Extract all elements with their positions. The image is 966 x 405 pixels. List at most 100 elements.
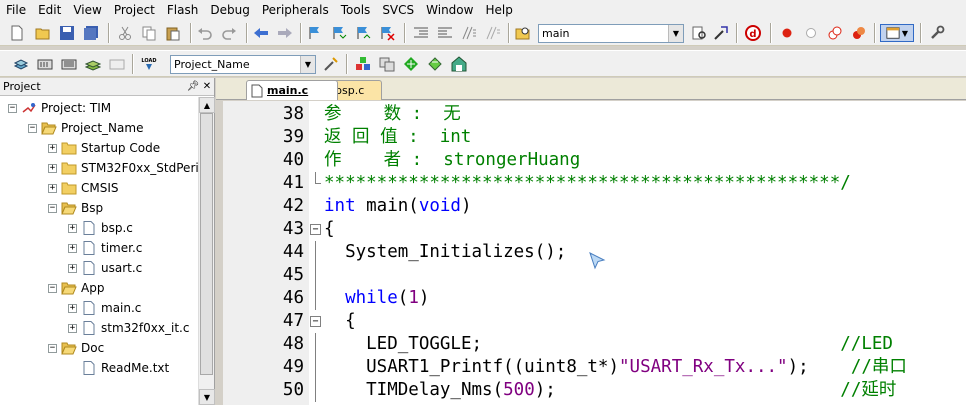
indent-icon[interactable]	[412, 24, 430, 42]
open-file-icon[interactable]	[34, 24, 52, 42]
menu-tools[interactable]: Tools	[335, 0, 377, 20]
translate-icon[interactable]	[12, 55, 30, 73]
expand-icon[interactable]: +	[48, 163, 57, 173]
build-icon[interactable]	[36, 55, 54, 73]
menu-edit[interactable]: Edit	[32, 0, 67, 20]
bookmark-prev-icon[interactable]	[330, 24, 348, 42]
project-tree: − Project: TIM − Project_Name + Startup Code +…	[0, 97, 198, 405]
save-all-icon[interactable]	[82, 24, 100, 42]
window-layout-icon[interactable]: ▼	[880, 24, 914, 42]
bookmark-next-icon[interactable]	[354, 24, 372, 42]
collapse-icon[interactable]: −	[48, 343, 57, 353]
nav-forward-icon[interactable]	[276, 24, 294, 42]
comment-icon[interactable]	[460, 24, 478, 42]
nav-back-icon[interactable]	[252, 24, 270, 42]
expand-icon[interactable]: +	[48, 183, 57, 193]
chevron-down-icon[interactable]: ▼	[668, 25, 683, 42]
menu-peripherals[interactable]: Peripherals	[256, 0, 335, 20]
download-load-icon[interactable]: LOAD	[140, 55, 158, 73]
project-tree-scrollbar[interactable]: ▲ ▼	[198, 97, 215, 405]
batch-build-icon[interactable]	[84, 55, 102, 73]
incremental-find-icon[interactable]	[712, 24, 730, 42]
find-icon[interactable]	[690, 24, 708, 42]
find-combo[interactable]: main ▼	[538, 24, 684, 43]
tab-main-c[interactable]: main.c	[246, 80, 338, 100]
target-options-icon[interactable]	[322, 55, 340, 73]
configure-wrench-icon[interactable]	[928, 24, 946, 42]
tree-item[interactable]: + stm32f0xx_it.c	[68, 318, 189, 338]
collapse-icon[interactable]: −	[48, 283, 57, 293]
chevron-down-icon[interactable]: ▼	[300, 56, 315, 73]
expand-icon[interactable]: +	[68, 223, 77, 233]
save-icon[interactable]	[58, 24, 76, 42]
menu-file[interactable]: File	[0, 0, 32, 20]
breakpoint-disable-icon[interactable]	[802, 24, 820, 42]
green-diamond-icon[interactable]	[402, 55, 420, 73]
debug-session-icon[interactable]: d	[744, 24, 762, 42]
bookmark-insert-icon[interactable]	[306, 24, 324, 42]
file-icon	[81, 361, 97, 375]
scroll-thumb[interactable]	[200, 113, 213, 375]
copy-icon[interactable]	[140, 24, 158, 42]
rte-icon[interactable]	[450, 55, 468, 73]
undo-icon[interactable]	[196, 24, 214, 42]
uncomment-icon[interactable]	[484, 24, 502, 42]
file-icon	[81, 321, 97, 335]
code-token: {	[324, 311, 356, 331]
pin-icon[interactable]: 📌︎	[186, 81, 200, 92]
file-extensions-icon[interactable]	[378, 55, 396, 73]
bookmark-clear-icon[interactable]	[378, 24, 396, 42]
tree-item[interactable]: − App	[48, 278, 104, 298]
tree-item[interactable]: − Project_Name	[28, 118, 143, 138]
fold-collapse-icon[interactable]: −	[310, 224, 321, 235]
expand-icon[interactable]: +	[68, 303, 77, 313]
tree-item[interactable]: + CMSIS	[48, 178, 119, 198]
expand-icon[interactable]: +	[68, 323, 77, 333]
tree-item[interactable]: + usart.c	[68, 258, 142, 278]
expand-icon[interactable]: +	[68, 263, 77, 273]
unindent-icon[interactable]	[436, 24, 454, 42]
svg-text:LOAD: LOAD	[141, 58, 156, 64]
menu-help[interactable]: Help	[479, 0, 518, 20]
code-editor[interactable]: 38 参 数 : 无 39 返 回 值 : int 40 作 者 : strongerHu…	[216, 101, 966, 405]
tree-item[interactable]: − Doc	[48, 338, 104, 358]
tree-item[interactable]: ReadMe.txt	[68, 358, 169, 378]
scroll-up-icon[interactable]: ▲	[199, 97, 215, 113]
editor-tab-bar: bsp.c main.c	[216, 78, 966, 100]
tree-item[interactable]: + timer.c	[68, 238, 142, 258]
collapse-icon[interactable]: −	[28, 123, 37, 133]
paste-icon[interactable]	[164, 24, 182, 42]
breakpoint-kill-all-icon[interactable]	[850, 24, 868, 42]
file-icon	[81, 241, 97, 255]
tree-item[interactable]: + main.c	[68, 298, 141, 318]
manage-components-icon[interactable]	[354, 55, 372, 73]
menu-window[interactable]: Window	[420, 0, 479, 20]
collapse-icon[interactable]: −	[48, 203, 57, 213]
cut-icon[interactable]	[116, 24, 134, 42]
scroll-down-icon[interactable]: ▼	[199, 389, 215, 405]
redo-icon[interactable]	[220, 24, 238, 42]
rebuild-icon[interactable]	[60, 55, 78, 73]
stop-build-icon[interactable]	[108, 55, 126, 73]
fold-collapse-icon[interactable]: −	[310, 316, 321, 327]
target-combo[interactable]: Project_Name ▼	[170, 55, 316, 74]
tree-item[interactable]: + Startup Code	[48, 138, 160, 158]
close-icon[interactable]: ✕	[200, 81, 214, 92]
pack-installer-icon[interactable]	[426, 55, 444, 73]
menu-view[interactable]: View	[67, 0, 107, 20]
menu-flash[interactable]: Flash	[161, 0, 204, 20]
expand-icon[interactable]: +	[48, 143, 57, 153]
breakpoint-disable-all-icon[interactable]	[826, 24, 844, 42]
expand-icon[interactable]: +	[68, 243, 77, 253]
tree-item[interactable]: + STM32F0xx_StdPeriph	[48, 158, 198, 178]
menu-project[interactable]: Project	[108, 0, 161, 20]
tree-item[interactable]: − Project: TIM	[8, 98, 111, 118]
find-in-files-icon[interactable]	[514, 24, 532, 42]
tree-item[interactable]: + bsp.c	[68, 218, 133, 238]
tree-item[interactable]: − Bsp	[48, 198, 103, 218]
new-file-icon[interactable]	[8, 24, 26, 42]
breakpoint-insert-icon[interactable]	[778, 24, 796, 42]
collapse-icon[interactable]: −	[8, 103, 17, 113]
menu-debug[interactable]: Debug	[204, 0, 255, 20]
menu-svcs[interactable]: SVCS	[376, 0, 420, 20]
